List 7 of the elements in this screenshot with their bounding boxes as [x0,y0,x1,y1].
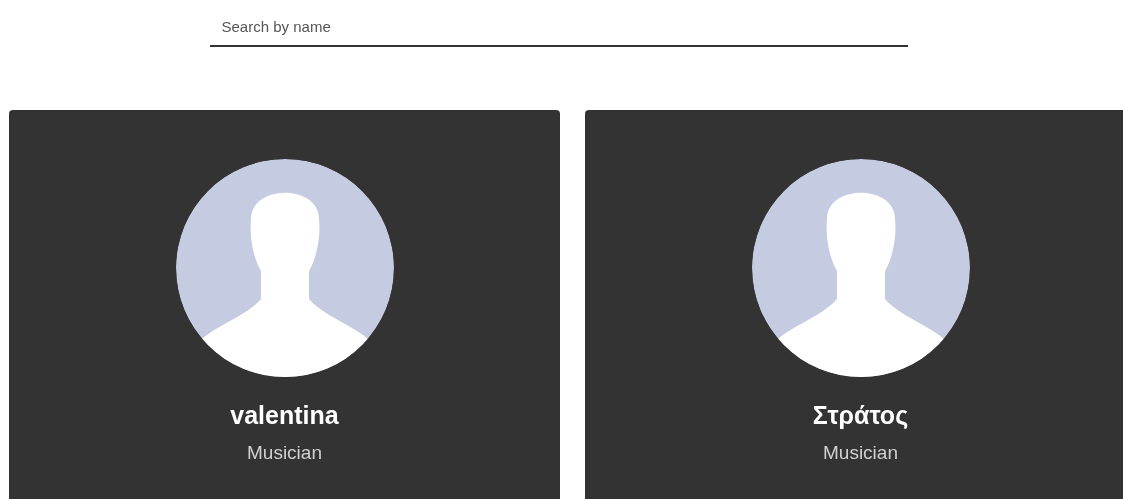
profile-name: valentina [230,401,339,430]
profile-role: Musician [247,442,322,464]
avatar-icon [175,159,394,377]
profile-name: Στράτος [812,401,909,430]
search-field[interactable]: Search by name [209,10,908,47]
avatar-icon [751,159,970,377]
profile-role: Musician [823,442,898,464]
